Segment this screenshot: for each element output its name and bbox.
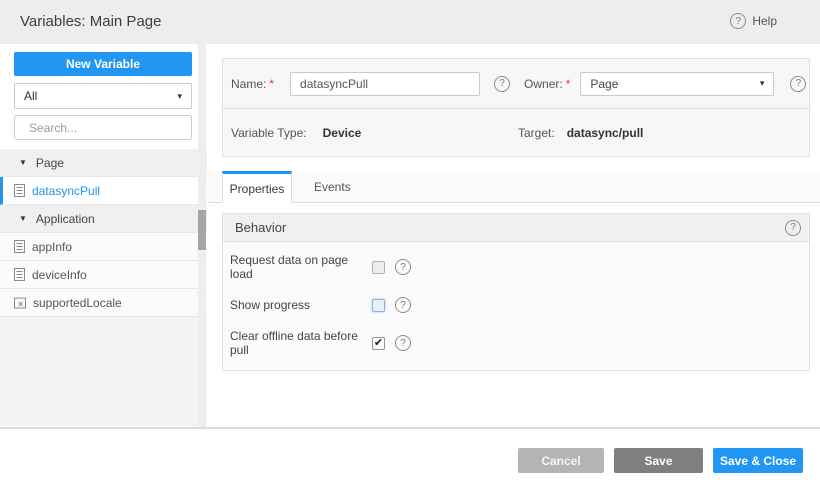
- footer-bar: Cancel Save Save & Close: [0, 427, 820, 487]
- variable-type-value: Device: [323, 126, 362, 140]
- tree-item-supportedlocale[interactable]: supportedLocale: [0, 289, 207, 317]
- variable-detail-panel: Name: * ? Owner: * Page ▾ ? Variable Typ…: [207, 44, 820, 427]
- name-label: Name:: [231, 77, 266, 91]
- help-label: Help: [752, 14, 777, 28]
- behavior-title: Behavior: [235, 220, 286, 235]
- tree-item-datasyncpull[interactable]: datasyncPull: [0, 177, 207, 205]
- sidebar-scrollbar-track[interactable]: [198, 44, 206, 427]
- variable-type-label: Variable Type:: [231, 126, 307, 140]
- device-variable-icon: [14, 240, 25, 253]
- behavior-panel: Behavior ? Request data on page load ✔ ?…: [222, 213, 810, 371]
- collapse-icon: ▼: [19, 158, 27, 167]
- model-variable-icon: [14, 297, 26, 309]
- name-help-icon[interactable]: ?: [494, 76, 510, 92]
- filter-selected-value: All: [24, 89, 37, 103]
- sidebar-scrollbar-thumb[interactable]: [198, 210, 206, 250]
- tree-item-label: appInfo: [32, 240, 72, 254]
- variable-summary-panel: Name: * ? Owner: * Page ▾ ? Variable Typ…: [222, 58, 810, 157]
- required-marker: *: [269, 77, 274, 91]
- owner-label: Owner:: [524, 77, 563, 91]
- property-help-icon[interactable]: ?: [395, 335, 411, 351]
- check-icon: ✔: [374, 338, 383, 349]
- tab-label: Events: [314, 180, 351, 194]
- owner-selected-value: Page: [590, 77, 618, 91]
- behavior-panel-header: Behavior ?: [223, 214, 809, 242]
- tree-group-application[interactable]: ▼ Application: [0, 205, 207, 233]
- save-and-close-button[interactable]: Save & Close: [713, 448, 803, 473]
- tree-item-label: datasyncPull: [32, 184, 100, 198]
- variables-sidebar: New Variable All ▾ ▼ Page datasyncPull ▼: [0, 44, 207, 427]
- property-label: Show progress: [230, 298, 372, 312]
- tab-properties[interactable]: Properties: [222, 171, 292, 203]
- name-input[interactable]: [290, 72, 480, 96]
- device-variable-icon: [14, 184, 25, 197]
- tree-item-label: supportedLocale: [33, 296, 122, 310]
- tab-events[interactable]: Events: [292, 171, 373, 203]
- behavior-help-icon[interactable]: ?: [785, 220, 801, 236]
- target-label: Target:: [518, 126, 555, 140]
- required-marker: *: [566, 77, 571, 91]
- property-row: Show progress ✔ ?: [223, 290, 809, 320]
- tab-label: Properties: [230, 182, 285, 196]
- owner-select[interactable]: Page ▾: [580, 72, 774, 96]
- clear-offline-data-before-pull-checkbox[interactable]: ✔: [372, 337, 385, 350]
- save-button[interactable]: Save: [614, 448, 703, 473]
- property-label: Clear offline data before pull: [230, 329, 372, 357]
- show-progress-checkbox[interactable]: ✔: [372, 299, 385, 312]
- tree-group-page[interactable]: ▼ Page: [0, 149, 207, 177]
- property-row: Clear offline data before pull ✔ ?: [223, 328, 809, 358]
- property-row: Request data on page load ✔ ?: [223, 252, 809, 282]
- property-label: Request data on page load: [230, 253, 372, 281]
- request-data-on-page-load-checkbox[interactable]: ✔: [372, 261, 385, 274]
- tree-item-label: deviceInfo: [32, 268, 87, 282]
- variable-filter-select[interactable]: All ▾: [14, 83, 192, 109]
- page-title: Variables: Main Page: [20, 13, 161, 30]
- help-button[interactable]: ? Help: [730, 13, 777, 29]
- tree-item-deviceinfo[interactable]: deviceInfo: [0, 261, 207, 289]
- help-icon: ?: [730, 13, 746, 29]
- chevron-down-icon: ▾: [760, 78, 765, 89]
- search-input[interactable]: [29, 121, 184, 135]
- property-help-icon[interactable]: ?: [395, 297, 411, 313]
- variable-search[interactable]: [14, 115, 192, 140]
- tree-item-appinfo[interactable]: appInfo: [0, 233, 207, 261]
- device-variable-icon: [14, 268, 25, 281]
- detail-tab-bar: Properties Events: [207, 171, 820, 203]
- collapse-icon: ▼: [19, 214, 27, 223]
- new-variable-button[interactable]: New Variable: [14, 52, 192, 76]
- property-help-icon[interactable]: ?: [395, 259, 411, 275]
- tree-group-label: Page: [36, 156, 64, 170]
- owner-help-icon[interactable]: ?: [790, 76, 806, 92]
- tree-group-label: Application: [36, 212, 95, 226]
- chevron-down-icon: ▾: [177, 91, 182, 102]
- sidebar-empty-area: [0, 317, 207, 427]
- target-value: datasync/pull: [567, 126, 644, 140]
- cancel-button[interactable]: Cancel: [518, 448, 604, 473]
- variables-tree: ▼ Page datasyncPull ▼ Application app: [0, 149, 207, 317]
- title-bar: Variables: Main Page ? Help: [0, 0, 820, 44]
